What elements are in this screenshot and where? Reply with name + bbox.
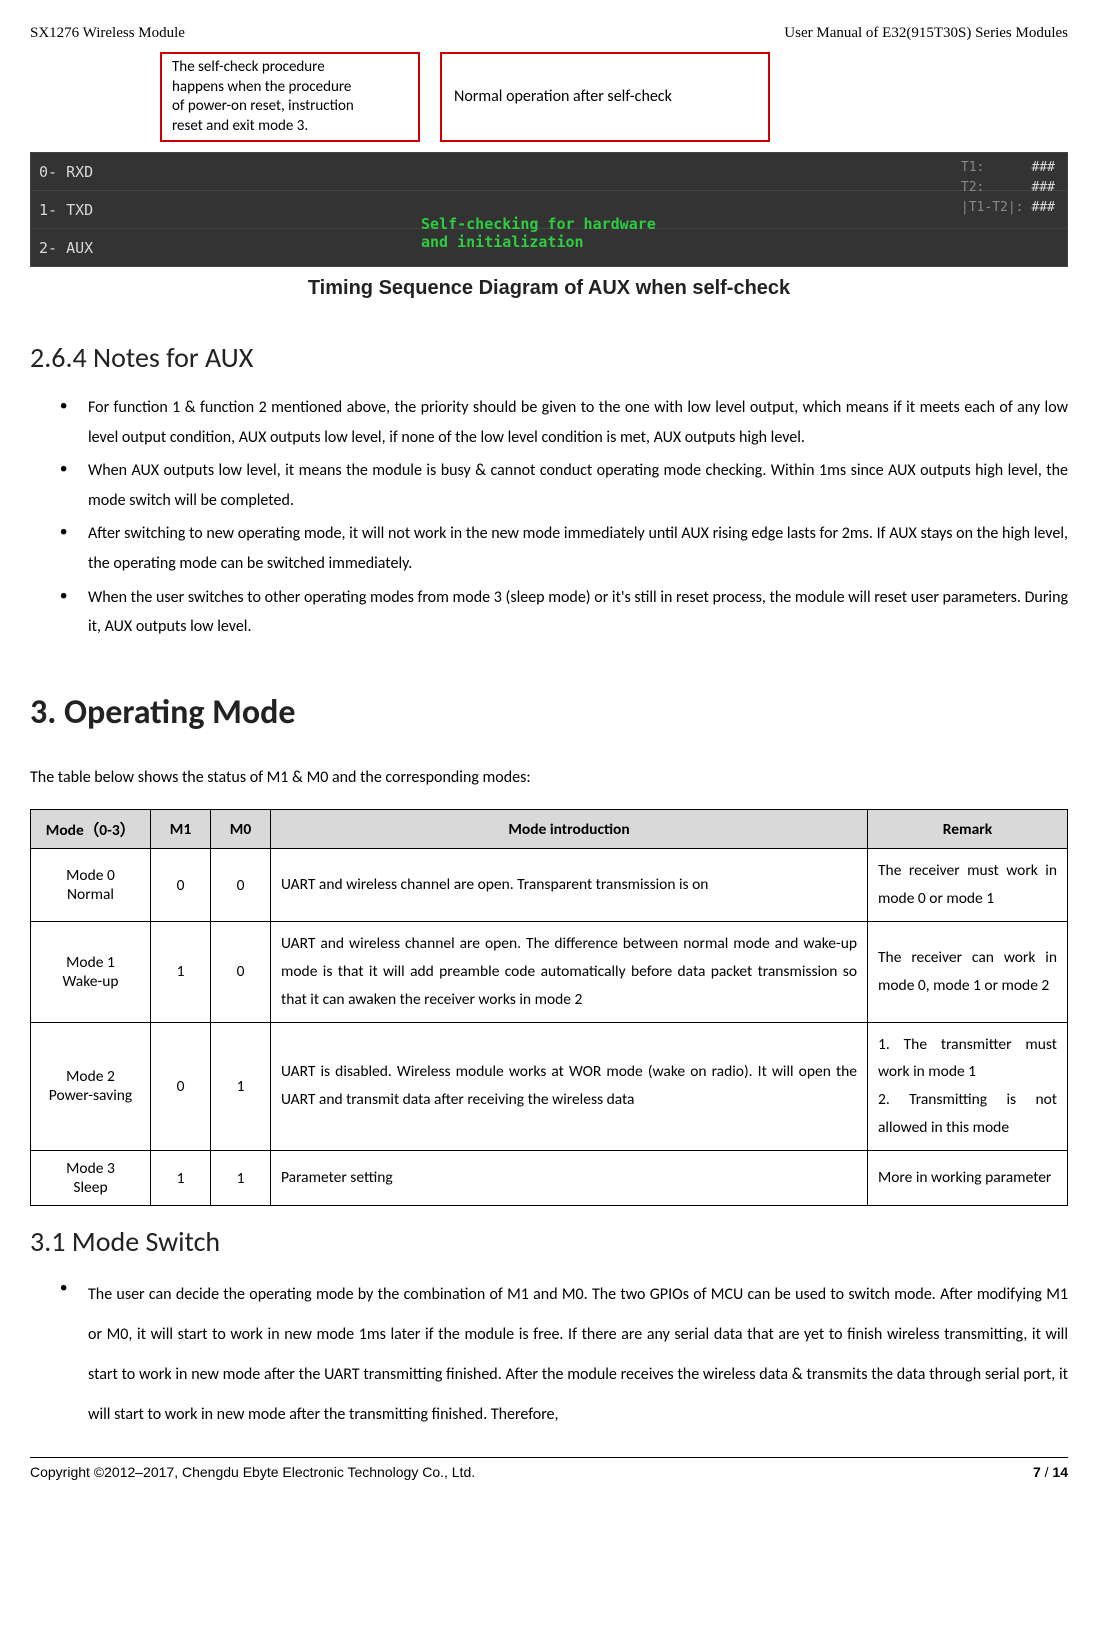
selfcheck-line: and initialization [421,233,656,251]
cell-intro: UART is disabled. Wireless module works … [271,1022,868,1151]
cell-intro: UART and wireless channel are open. The … [271,921,868,1022]
cell-m1: 0 [151,849,211,922]
section-intro: The table below shows the status of M1 &… [30,763,1068,793]
t-val: ### [1032,179,1055,197]
cell-mode: Mode 2Power-saving [31,1022,151,1151]
callout-line: happens when the procedure [172,78,408,98]
callout-text: Normal operation after self-check [454,87,672,108]
cell-remark: More in working parameter [868,1151,1068,1206]
cell-mode: Mode 3Sleep [31,1151,151,1206]
th-remark: Remark [868,810,1068,849]
cell-remark: The receiver can work in mode 0, mode 1 … [868,921,1068,1022]
scope-measure: T1:### T2:### |T1-T2|:### [959,157,1057,220]
cell-m0: 1 [211,1151,271,1206]
list-item: The user can decide the operating mode b… [30,1275,1068,1435]
diagram-title: Timing Sequence Diagram of AUX when self… [30,277,1068,300]
timing-diagram: The self-check procedure happens when th… [30,52,1068,300]
callout-normal-op: Normal operation after self-check [440,52,770,142]
mode-switch-list: The user can decide the operating mode b… [30,1275,1068,1435]
t-label: T1: [961,159,1030,177]
scope-ch1: 1- TXD [31,201,121,219]
t-val: ### [1032,159,1055,177]
header-left: SX1276 Wireless Module [30,25,185,42]
heading-3: 3. Operating Mode [30,692,1068,733]
cell-m0: 0 [211,849,271,922]
oscilloscope-view: 0- RXD 1- TXD 2- AUX T1:### T2:### |T1-T… [30,152,1068,267]
cell-mode: Mode 0Normal [31,849,151,922]
cell-remark: 1. The transmitter must work in mode 12.… [868,1022,1068,1151]
th-intro: Mode introduction [271,810,868,849]
cell-m1: 0 [151,1022,211,1151]
t-label: T2: [961,179,1030,197]
cell-mode: Mode 1Wake-up [31,921,151,1022]
t-label: |T1-T2|: [961,199,1030,217]
scope-ch2: 2- AUX [31,239,121,257]
heading-264: 2.6.4 Notes for AUX [30,340,1068,375]
page-header: SX1276 Wireless Module User Manual of E3… [30,25,1068,42]
table-row: Mode 2Power-saving01UART is disabled. Wi… [31,1022,1068,1151]
selfcheck-line: Self-checking for hardware [421,215,656,233]
callout-selfcheck: The self-check procedure happens when th… [160,52,420,142]
scope-ch0: 0- RXD [31,163,121,181]
mode-table: Mode（0-3） M1 M0 Mode introduction Remark… [30,809,1068,1206]
callout-line: reset and exit mode 3. [172,117,408,137]
th-m0: M0 [211,810,271,849]
table-row: Mode 0Normal00UART and wireless channel … [31,849,1068,922]
cell-m1: 1 [151,1151,211,1206]
page-total: 14 [1052,1464,1068,1480]
list-item: For function 1 & function 2 mentioned ab… [30,393,1068,452]
page-footer: Copyright ©2012–2017, Chengdu Ebyte Elec… [30,1457,1068,1480]
selfcheck-annotation: Self-checking for hardware and initializ… [421,215,656,251]
page-current: 7 [1033,1464,1041,1480]
notes-list: For function 1 & function 2 mentioned ab… [30,393,1068,642]
footer-page: 7 / 14 [1033,1464,1068,1480]
header-right: User Manual of E32(915T30S) Series Modul… [784,25,1068,42]
page-sep: / [1041,1464,1053,1480]
cell-m0: 0 [211,921,271,1022]
callout-line: The self-check procedure [172,58,408,78]
footer-copyright: Copyright ©2012–2017, Chengdu Ebyte Elec… [30,1464,475,1480]
callout-line: of power-on reset, instruction [172,97,408,117]
heading-31: 3.1 Mode Switch [30,1224,1068,1259]
table-row: Mode 1Wake-up10UART and wireless channel… [31,921,1068,1022]
cell-remark: The receiver must work in mode 0 or mode… [868,849,1068,922]
cell-m0: 1 [211,1022,271,1151]
th-m1: M1 [151,810,211,849]
cell-intro: Parameter setting [271,1151,868,1206]
cell-intro: UART and wireless channel are open. Tran… [271,849,868,922]
cell-m1: 1 [151,921,211,1022]
table-row: Mode 3Sleep11Parameter settingMore in wo… [31,1151,1068,1206]
list-item: When AUX outputs low level, it means the… [30,456,1068,515]
list-item: After switching to new operating mode, i… [30,519,1068,578]
mode-switch-text: The user can decide the operating mode b… [88,1275,1068,1435]
list-item: When the user switches to other operatin… [30,583,1068,642]
t-val: ### [1032,199,1055,217]
th-mode: Mode（0-3） [31,810,151,849]
